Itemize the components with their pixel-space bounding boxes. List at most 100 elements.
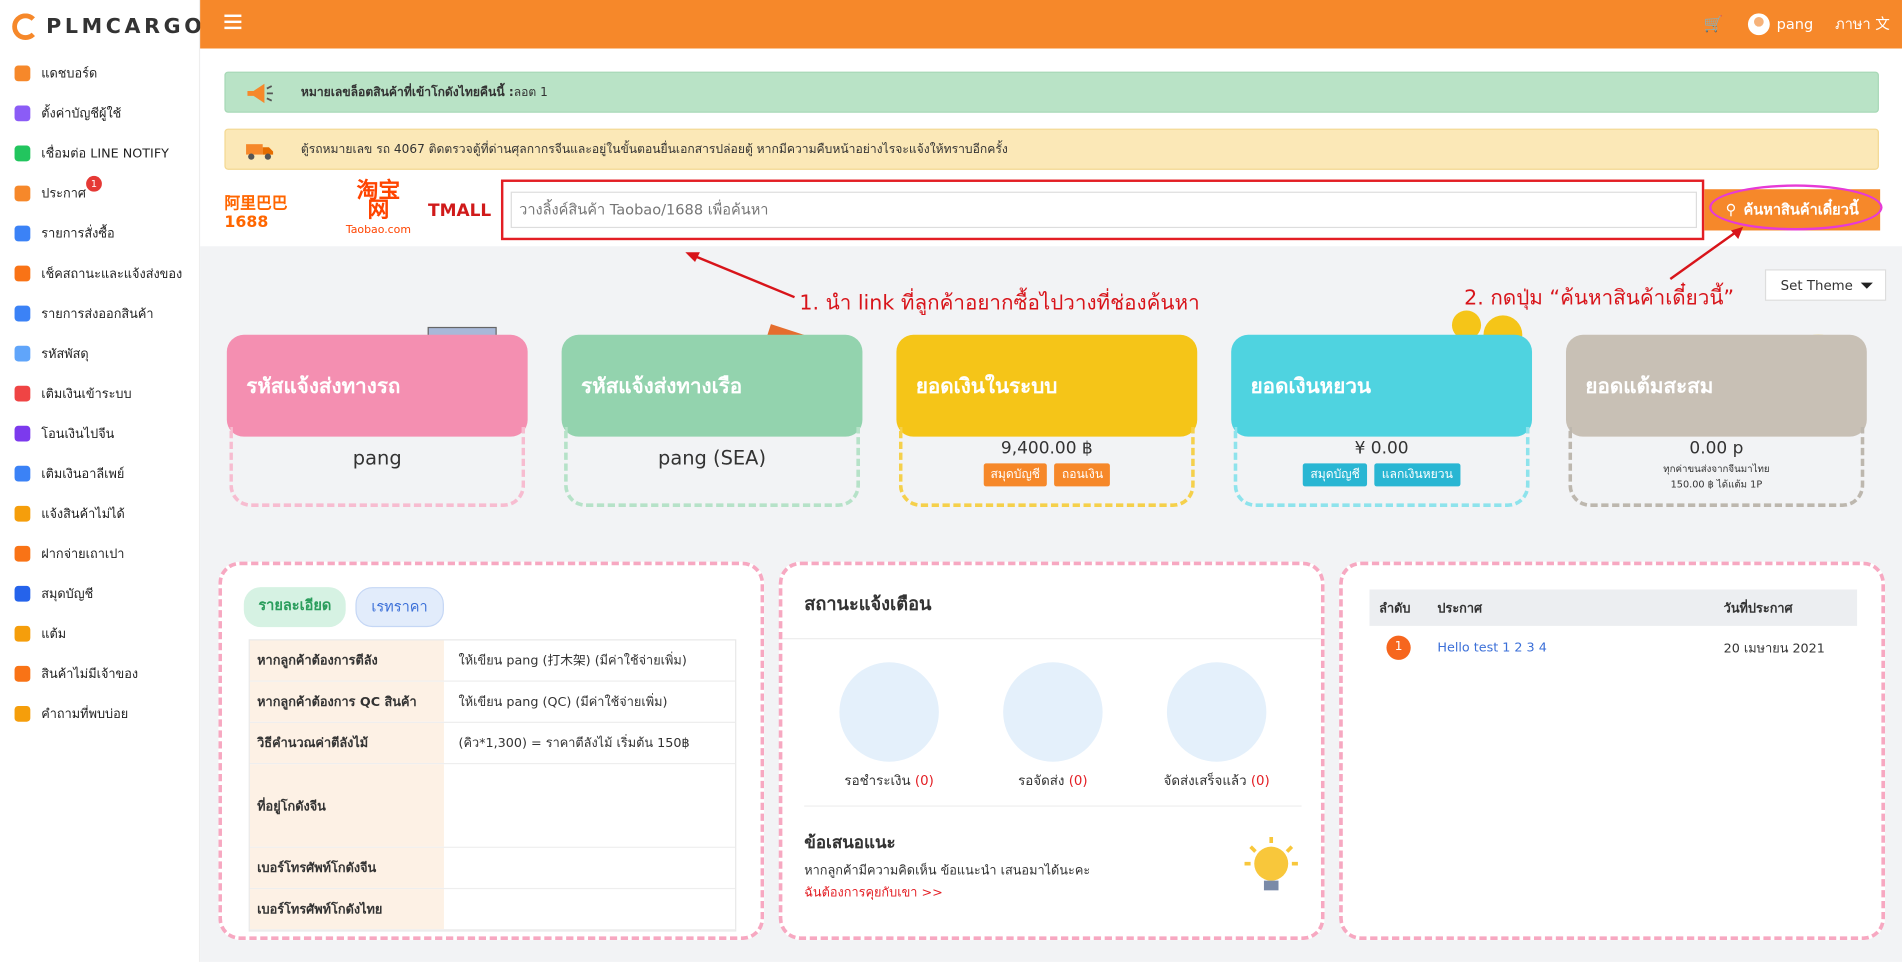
row-key: หากลูกค้าต้องการตีลัง [249,640,444,681]
sidebar-item-6[interactable]: รายการส่งออกสินค้า [0,294,200,334]
status-label: จัดส่งเสร็จแล้ว [1163,772,1247,789]
logo-tmall: TMALL [427,201,492,221]
table-row: เบอร์โทรศัพท์โกดังจีน [249,847,736,890]
sidebar-item-16[interactable]: คำถามที่พบบ่อย [0,694,200,734]
language-menu[interactable]: ภาษา 文 [1835,13,1890,36]
status-count: (0) [1250,772,1270,789]
summary-card-0: รหัสแจ้งส่งทางรถ pang [226,326,530,508]
card-value: ¥ 0.00 [1354,439,1409,459]
brand-name: PLMCARGO [46,14,206,39]
menu-icon [14,305,31,322]
menu-icon [14,465,31,482]
announcement-title-link[interactable]: Hello test 1 2 3 4 [1437,640,1723,655]
shop-delivered-icon [1166,662,1267,762]
truck-message: ตู้รถหมายเลข รถ 4067 ติดตรวจตู้ที่ด่านศุ… [300,142,1008,156]
card-button-2[interactable]: ถอนเงิน [1054,463,1111,487]
menu-icon [14,545,31,562]
status-title: สถานะแจ้งเตือน [804,593,932,615]
status-item-0[interactable]: รอชำระเงิน (0) [816,662,962,791]
logo-taobao: 淘宝网 Taobao.com [345,180,411,240]
card-value: pang (SEA) [658,446,767,470]
card-button-2[interactable]: แลกเงินหยวน [1374,463,1461,487]
card-button-1[interactable]: สมุดบัญชี [1303,463,1368,487]
card-body: ¥ 0.00 สมุดบัญชี แลกเงินหยวน [1233,426,1530,508]
announcements-table: ลำดับ ประกาศ วันที่ประกาศ 1 Hello test 1… [1369,589,1858,670]
details-table: หากลูกค้าต้องการตีลัง ให้เขียน pang (打木架)… [248,639,737,932]
status-label: รอจัดส่ง [1018,772,1065,789]
row-value [444,764,473,846]
menu-icon [14,65,31,82]
status-count: (0) [914,772,934,789]
sidebar-item-label: รายการสั่งซื้อ [41,226,115,242]
row-key: เบอร์โทรศัพท์โกดังจีน [249,847,444,888]
table-row: ที่อยู่โกดังจีน [249,764,736,848]
sidebar-item-13[interactable]: สมุดบัญชี [0,574,200,614]
table-row: หากลูกค้าต้องการตีลัง ให้เขียน pang (打木架)… [249,640,736,682]
card-header: ยอดเงินในระบบ [896,334,1198,437]
brand-logo[interactable]: PLMCARGO [12,10,205,44]
card-body: pang [229,426,526,508]
row-key: วิธีคำนวณค่าตีลังไม้ [249,722,444,763]
status-item-2[interactable]: จัดส่งเสร็จแล้ว (0) [1144,662,1290,791]
sidebar-item-14[interactable]: แต้ม [0,614,200,654]
set-theme-dropdown[interactable]: Set Theme [1764,269,1887,301]
suggest-link[interactable]: ฉันต้องการคุยกับเขา >> [804,882,943,903]
logo-1688: 阿里巴巴 1688 [224,195,288,232]
cart-icon[interactable]: 🛒 [1704,15,1724,33]
sidebar-item-label: ฝากจ่ายเถาเปา [41,547,125,562]
search-button-highlight [1709,184,1883,231]
summary-card-2: ยอดเงินในระบบ 9,400.00 ฿สมุดบัญชี ถอนเงิน [896,328,1199,508]
payment-phone-icon [839,662,939,762]
menu-icon [14,145,31,162]
top-area: หมายเลขล็อตสินค้าที่เข้าโกดังไทยคืนนี้ :… [200,48,1902,247]
menu-icon [14,625,31,642]
card-header: ยอดแต้มสะสม [1565,334,1867,437]
row-key: หากลูกค้าต้องการ QC สินค้า [249,681,444,722]
user-menu[interactable]: pang [1747,13,1813,36]
sidebar-item-5[interactable]: เช็คสถานะและแจ้งส่งของ [0,254,200,294]
suggest-text: หากลูกค้ามีความคิดเห็น ข้อแนะนำ เสนอมาได… [804,863,1091,879]
sidebar-item-3[interactable]: ประกาศ 1 [0,173,200,213]
status-panel: สถานะแจ้งเตือน รอชำระเงิน (0) รอจัดส่ง (0… [778,561,1325,941]
sidebar-item-2[interactable]: เชื่อมต่อ LINE NOTIFY [0,133,200,173]
sidebar-item-label: เชื่อมต่อ LINE NOTIFY [41,146,169,162]
sidebar-item-7[interactable]: รหัสพัสดุ [0,334,200,374]
card-button-1[interactable]: สมุดบัญชี [983,463,1048,487]
menu-icon [14,185,31,202]
table-row[interactable]: 1 Hello test 1 2 3 4 20 เมษายน 2021 [1369,626,1857,670]
taobao-sub: Taobao.com [345,224,411,237]
tab-details[interactable]: รายละเอียด [243,587,346,628]
summary-card-1: รหัสแจ้งส่งทางเรือ pang (SEA) [561,324,865,508]
card-note-2: 150.00 ฿ ได้แต้ม 1P [1670,479,1763,491]
card-title: ยอดแต้มสะสม [1585,374,1714,399]
sidebar-item-11[interactable]: แจ้งสินค้าไม่ได้ [0,494,200,534]
sidebar-item-15[interactable]: สินค้าไม่มีเจ้าของ [0,654,200,694]
sidebar-item-label: เติมเงินเข้าระบบ [41,386,132,402]
notification-badge: 1 [86,175,102,192]
menu-toggle-icon[interactable] [224,14,242,30]
card-value: 9,400.00 ฿ [1000,439,1093,459]
sidebar-item-1[interactable]: ตั้งค่าบัญชีผู้ใช้ [0,93,200,133]
sidebar-item-10[interactable]: เติมเงินอาลีเพย์ [0,454,200,494]
taobao-name: 淘宝网 [356,178,401,224]
col-no: ลำดับ [1379,601,1411,616]
card-header: ยอดเงินหยวน [1231,334,1533,437]
menu-icon [14,505,31,522]
sidebar-item-8[interactable]: เติมเงินเข้าระบบ [0,374,200,414]
menu-icon [14,345,31,362]
sidebar-item-12[interactable]: ฝากจ่ายเถาเปา [0,534,200,574]
sidebar-menu: แดชบอร์ด ตั้งค่าบัญชีผู้ใช้เชื่อมต่อ LINE… [0,53,200,733]
status-item-1[interactable]: รอจัดส่ง (0) [980,662,1126,791]
language-label: ภาษา [1835,15,1871,33]
sidebar-item-4[interactable]: รายการสั่งซื้อ [0,213,200,253]
tab-rates[interactable]: เรทราคา [355,587,444,628]
card-title: ยอดเงินหยวน [1250,374,1372,399]
search-input[interactable] [510,191,1697,229]
summary-card-3: ยอดเงินหยวน ¥ 0.00 สมุดบัญชี แลกเงินหยวน [1231,310,1534,508]
card-header: รหัสแจ้งส่งทางเรือ [561,334,863,437]
sidebar-item-0[interactable]: แดชบอร์ด [0,53,200,93]
menu-icon [14,385,31,402]
sidebar-item-9[interactable]: โอนเงินไปจีน [0,414,200,454]
col-title: ประกาศ [1437,601,1483,616]
row-value [444,889,473,929]
